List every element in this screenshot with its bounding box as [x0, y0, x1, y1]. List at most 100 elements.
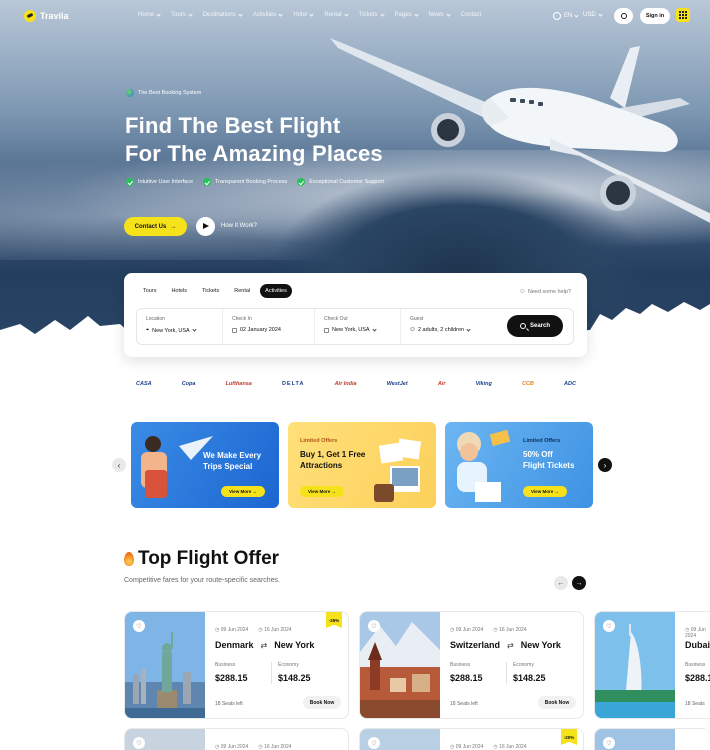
field-label: Check In [232, 316, 252, 322]
menu-label: Home [138, 12, 155, 18]
flight-card[interactable]: ♡ -25% ◷ 09 Jun 2024 ◷ 16 Jun 2024 Denma… [124, 611, 349, 719]
theme-toggle-button[interactable] [614, 8, 633, 24]
heart-icon[interactable]: ♡ [368, 737, 380, 749]
seats-left: 18 Seats left [215, 701, 243, 707]
chevron-down-icon [371, 326, 377, 332]
contact-us-button[interactable]: Contact Us → [124, 217, 187, 236]
heart-icon[interactable]: ♡ [133, 620, 145, 632]
date-to-text: 16 Jun 2024 [499, 744, 527, 750]
heart-icon[interactable]: ♡ [603, 620, 615, 632]
check-in-field[interactable]: Check In 02 January 2024 [223, 309, 315, 344]
view-more-button[interactable]: View More → [300, 486, 344, 497]
language-select[interactable]: EN [553, 12, 579, 20]
promo-title-line: Flight Tickets [523, 461, 575, 470]
flight-card[interactable]: ♡ -20% ◷ 09 Jun 2024 ◷ 16 Jun 2024 [359, 728, 584, 750]
date-from: ◷ 09 Jun 2024 [685, 627, 706, 639]
class-label: Business [450, 662, 471, 668]
menu-item-destinations[interactable]: Destinations [203, 11, 243, 18]
menu-item-news[interactable]: News [429, 11, 451, 18]
user-icon: ⚇ [410, 327, 415, 333]
flight-route: Dubai [685, 640, 710, 650]
promo-title: We Make Every Trips Special [203, 450, 261, 472]
chevron-down-icon [598, 11, 603, 17]
hero-title: Find The Best Flight For The Amazing Pla… [125, 112, 383, 168]
location-field[interactable]: Location ⌖ New York, USA [137, 309, 223, 344]
heart-icon[interactable]: ♡ [133, 737, 145, 749]
menu-item-pages[interactable]: Pages [395, 11, 419, 18]
field-value: New York, USA [152, 327, 190, 334]
menu-item-tickets[interactable]: Tickets [358, 11, 385, 18]
chevron-down-icon [445, 11, 451, 17]
brand-logo: DELTA [281, 381, 305, 387]
date-to: ◷ 16 Jun 2024 [258, 744, 292, 750]
brand-logo: Copa [181, 381, 196, 387]
flight-card[interactable]: ♡ ◷ 09 Jun 2024 Dubai Business $288.1 18… [594, 611, 710, 719]
date-to: ◷ 16 Jun 2024 [493, 744, 527, 750]
check-icon [126, 178, 134, 186]
promo-card[interactable]: Limited Offers Buy 1, Get 1 Free Attract… [288, 422, 436, 508]
how-it-works-link[interactable]: How It Work? [221, 223, 257, 229]
menu-item-contact[interactable]: Contact [461, 12, 482, 18]
tab-activities[interactable]: Activities [260, 284, 292, 298]
globe-icon [553, 12, 561, 20]
menu-grid-button[interactable] [676, 8, 690, 22]
offers-prev-button[interactable]: ← [554, 576, 568, 590]
date-from-text: 09 Jun 2024 [220, 744, 249, 750]
chevron-down-icon [188, 11, 193, 17]
brand-logo: CCB [521, 381, 534, 387]
promo-prev-button[interactable]: ‹ [112, 458, 126, 472]
language-value: EN [564, 13, 573, 19]
heart-icon[interactable]: ♡ [603, 737, 615, 749]
chevron-down-icon [574, 12, 579, 18]
flight-card[interactable]: ♡ ◷ 09 Jun 2024 ◷ 16 Jun 2024 [124, 728, 349, 750]
field-value: 2 adults, 2 children [417, 327, 465, 333]
menu-label: Tickets [358, 12, 378, 18]
menu-item-tours[interactable]: Tours [171, 11, 193, 18]
search-button[interactable]: Search [507, 315, 563, 337]
attractions-collage-image [374, 438, 422, 502]
menu-label: Contact [460, 12, 482, 18]
promo-card[interactable]: We Make Every Trips Special View More → [131, 422, 279, 508]
promo-title-line: Attractions [300, 461, 343, 470]
menu-item-hotel[interactable]: Hotel [293, 11, 315, 18]
field-value: New York, USA [332, 327, 370, 333]
brand-logos: CASA Copa Lufthansa DELTA Air India West… [136, 381, 576, 387]
tab-tours[interactable]: Tours [138, 284, 161, 298]
offers-next-button[interactable]: → [572, 576, 586, 590]
tab-tickets[interactable]: Tickets [197, 284, 224, 298]
globe-icon [126, 89, 134, 97]
menu-item-activities[interactable]: Activities [253, 11, 284, 18]
swap-icon: ⇄ [507, 640, 514, 650]
signin-button[interactable]: Sign in [640, 8, 670, 24]
promo-next-button[interactable]: › [598, 458, 612, 472]
class-price: $148.25 [513, 673, 546, 683]
check-out-field[interactable]: Check Out New York, USA [315, 309, 401, 344]
book-now-button[interactable]: Book Now [303, 696, 341, 709]
help-link[interactable]: ⚇ Need some help? [520, 289, 571, 295]
guest-field[interactable]: Guest ⚇ 2 adults, 2 children [401, 309, 501, 344]
tab-hotels[interactable]: Hotels [166, 284, 192, 298]
route-to: New York [274, 640, 315, 650]
brand-logo: CASA [136, 381, 152, 387]
flight-dates: ◷ 09 Jun 2024 ◷ 16 Jun 2024 [450, 744, 527, 750]
view-more-button[interactable]: View More → [523, 486, 567, 497]
heart-icon[interactable]: ♡ [368, 620, 380, 632]
promo-tag: Limited Offers [300, 438, 338, 444]
class-price: $148.25 [278, 673, 311, 683]
promo-card[interactable]: Limited Offers 50% Off Flight Tickets Vi… [445, 422, 593, 508]
promo-title: 50% Off Flight Tickets [523, 449, 574, 471]
menu-item-rental[interactable]: Rental [324, 11, 349, 18]
chevron-down-icon [413, 11, 419, 17]
book-now-button[interactable]: Book Now [538, 696, 576, 709]
currency-select[interactable]: USD [583, 11, 603, 18]
flight-card[interactable]: ♡ ◷ 09 Jun 2024 ◷ 16 Jun 2024 Switzerlan… [359, 611, 584, 719]
logo[interactable]: Travila [24, 10, 69, 22]
menu-item-home[interactable]: Home [138, 11, 161, 18]
tab-rental[interactable]: Rental [229, 284, 255, 298]
logo-text: Travila [40, 11, 69, 21]
view-more-button[interactable]: View More → [221, 486, 265, 497]
play-video-button[interactable] [196, 217, 215, 236]
logo-icon [24, 10, 36, 22]
flight-card[interactable]: ♡ [594, 728, 710, 750]
class-price: $288.15 [215, 673, 248, 683]
